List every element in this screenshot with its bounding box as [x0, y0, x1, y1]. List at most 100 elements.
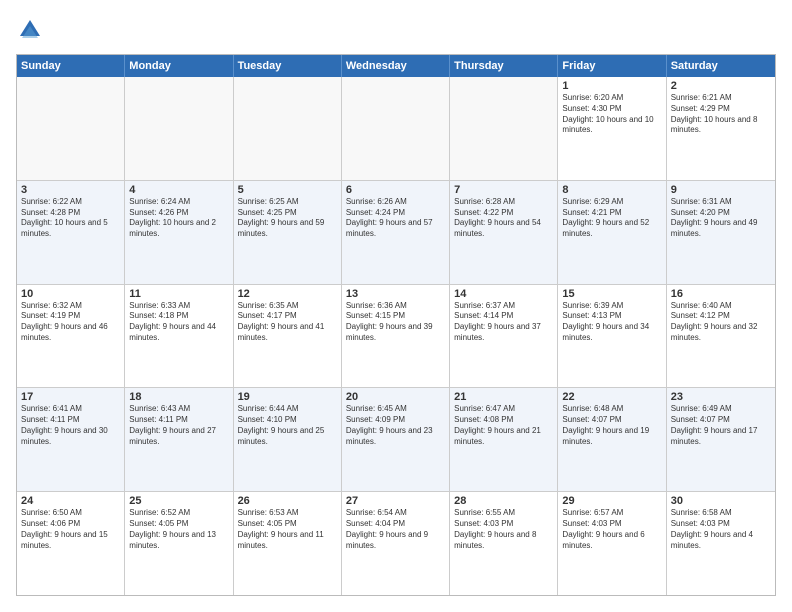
day-number: 12: [238, 288, 337, 300]
calendar-cell: 13Sunrise: 6:36 AM Sunset: 4:15 PM Dayli…: [342, 285, 450, 388]
calendar-row: 1Sunrise: 6:20 AM Sunset: 4:30 PM Daylig…: [17, 77, 775, 181]
calendar-cell: 2Sunrise: 6:21 AM Sunset: 4:29 PM Daylig…: [667, 77, 775, 180]
cell-info: Sunrise: 6:47 AM Sunset: 4:08 PM Dayligh…: [454, 404, 553, 447]
weekday-header-friday: Friday: [558, 55, 666, 77]
calendar-cell: 11Sunrise: 6:33 AM Sunset: 4:18 PM Dayli…: [125, 285, 233, 388]
calendar-cell: 1Sunrise: 6:20 AM Sunset: 4:30 PM Daylig…: [558, 77, 666, 180]
day-number: 2: [671, 80, 771, 92]
calendar-cell: 21Sunrise: 6:47 AM Sunset: 4:08 PM Dayli…: [450, 388, 558, 491]
calendar-cell: 16Sunrise: 6:40 AM Sunset: 4:12 PM Dayli…: [667, 285, 775, 388]
calendar-cell: 17Sunrise: 6:41 AM Sunset: 4:11 PM Dayli…: [17, 388, 125, 491]
cell-info: Sunrise: 6:24 AM Sunset: 4:26 PM Dayligh…: [129, 197, 228, 240]
calendar-cell: 4Sunrise: 6:24 AM Sunset: 4:26 PM Daylig…: [125, 181, 233, 284]
cell-info: Sunrise: 6:21 AM Sunset: 4:29 PM Dayligh…: [671, 93, 771, 136]
calendar-cell: [342, 77, 450, 180]
cell-info: Sunrise: 6:39 AM Sunset: 4:13 PM Dayligh…: [562, 301, 661, 344]
cell-info: Sunrise: 6:25 AM Sunset: 4:25 PM Dayligh…: [238, 197, 337, 240]
day-number: 30: [671, 495, 771, 507]
weekday-header-saturday: Saturday: [667, 55, 775, 77]
day-number: 19: [238, 391, 337, 403]
cell-info: Sunrise: 6:57 AM Sunset: 4:03 PM Dayligh…: [562, 508, 661, 551]
cell-info: Sunrise: 6:26 AM Sunset: 4:24 PM Dayligh…: [346, 197, 445, 240]
cell-info: Sunrise: 6:31 AM Sunset: 4:20 PM Dayligh…: [671, 197, 771, 240]
cell-info: Sunrise: 6:48 AM Sunset: 4:07 PM Dayligh…: [562, 404, 661, 447]
cell-info: Sunrise: 6:29 AM Sunset: 4:21 PM Dayligh…: [562, 197, 661, 240]
page: SundayMondayTuesdayWednesdayThursdayFrid…: [0, 0, 792, 612]
day-number: 29: [562, 495, 661, 507]
cell-info: Sunrise: 6:50 AM Sunset: 4:06 PM Dayligh…: [21, 508, 120, 551]
calendar-cell: 9Sunrise: 6:31 AM Sunset: 4:20 PM Daylig…: [667, 181, 775, 284]
day-number: 4: [129, 184, 228, 196]
calendar-cell: [234, 77, 342, 180]
calendar: SundayMondayTuesdayWednesdayThursdayFrid…: [16, 54, 776, 596]
calendar-cell: 27Sunrise: 6:54 AM Sunset: 4:04 PM Dayli…: [342, 492, 450, 595]
day-number: 10: [21, 288, 120, 300]
calendar-cell: [17, 77, 125, 180]
calendar-body: 1Sunrise: 6:20 AM Sunset: 4:30 PM Daylig…: [17, 77, 775, 595]
calendar-cell: 12Sunrise: 6:35 AM Sunset: 4:17 PM Dayli…: [234, 285, 342, 388]
calendar-cell: 29Sunrise: 6:57 AM Sunset: 4:03 PM Dayli…: [558, 492, 666, 595]
day-number: 14: [454, 288, 553, 300]
day-number: 16: [671, 288, 771, 300]
day-number: 8: [562, 184, 661, 196]
day-number: 24: [21, 495, 120, 507]
day-number: 7: [454, 184, 553, 196]
day-number: 1: [562, 80, 661, 92]
cell-info: Sunrise: 6:45 AM Sunset: 4:09 PM Dayligh…: [346, 404, 445, 447]
calendar-cell: 22Sunrise: 6:48 AM Sunset: 4:07 PM Dayli…: [558, 388, 666, 491]
weekday-header-wednesday: Wednesday: [342, 55, 450, 77]
calendar-cell: 26Sunrise: 6:53 AM Sunset: 4:05 PM Dayli…: [234, 492, 342, 595]
weekday-header-monday: Monday: [125, 55, 233, 77]
header: [16, 16, 776, 44]
cell-info: Sunrise: 6:58 AM Sunset: 4:03 PM Dayligh…: [671, 508, 771, 551]
weekday-header-sunday: Sunday: [17, 55, 125, 77]
calendar-row: 17Sunrise: 6:41 AM Sunset: 4:11 PM Dayli…: [17, 388, 775, 492]
logo-icon: [16, 16, 44, 44]
day-number: 18: [129, 391, 228, 403]
day-number: 6: [346, 184, 445, 196]
day-number: 26: [238, 495, 337, 507]
calendar-cell: 8Sunrise: 6:29 AM Sunset: 4:21 PM Daylig…: [558, 181, 666, 284]
calendar-cell: 7Sunrise: 6:28 AM Sunset: 4:22 PM Daylig…: [450, 181, 558, 284]
calendar-cell: 19Sunrise: 6:44 AM Sunset: 4:10 PM Dayli…: [234, 388, 342, 491]
cell-info: Sunrise: 6:52 AM Sunset: 4:05 PM Dayligh…: [129, 508, 228, 551]
calendar-cell: 14Sunrise: 6:37 AM Sunset: 4:14 PM Dayli…: [450, 285, 558, 388]
day-number: 15: [562, 288, 661, 300]
weekday-header-thursday: Thursday: [450, 55, 558, 77]
calendar-cell: 25Sunrise: 6:52 AM Sunset: 4:05 PM Dayli…: [125, 492, 233, 595]
cell-info: Sunrise: 6:33 AM Sunset: 4:18 PM Dayligh…: [129, 301, 228, 344]
cell-info: Sunrise: 6:40 AM Sunset: 4:12 PM Dayligh…: [671, 301, 771, 344]
cell-info: Sunrise: 6:22 AM Sunset: 4:28 PM Dayligh…: [21, 197, 120, 240]
calendar-row: 10Sunrise: 6:32 AM Sunset: 4:19 PM Dayli…: [17, 285, 775, 389]
cell-info: Sunrise: 6:36 AM Sunset: 4:15 PM Dayligh…: [346, 301, 445, 344]
calendar-cell: 28Sunrise: 6:55 AM Sunset: 4:03 PM Dayli…: [450, 492, 558, 595]
calendar-cell: [450, 77, 558, 180]
calendar-cell: [125, 77, 233, 180]
cell-info: Sunrise: 6:41 AM Sunset: 4:11 PM Dayligh…: [21, 404, 120, 447]
calendar-cell: 23Sunrise: 6:49 AM Sunset: 4:07 PM Dayli…: [667, 388, 775, 491]
calendar-cell: 10Sunrise: 6:32 AM Sunset: 4:19 PM Dayli…: [17, 285, 125, 388]
day-number: 22: [562, 391, 661, 403]
day-number: 11: [129, 288, 228, 300]
calendar-row: 3Sunrise: 6:22 AM Sunset: 4:28 PM Daylig…: [17, 181, 775, 285]
day-number: 3: [21, 184, 120, 196]
day-number: 20: [346, 391, 445, 403]
cell-info: Sunrise: 6:35 AM Sunset: 4:17 PM Dayligh…: [238, 301, 337, 344]
cell-info: Sunrise: 6:49 AM Sunset: 4:07 PM Dayligh…: [671, 404, 771, 447]
calendar-cell: 24Sunrise: 6:50 AM Sunset: 4:06 PM Dayli…: [17, 492, 125, 595]
calendar-header: SundayMondayTuesdayWednesdayThursdayFrid…: [17, 55, 775, 77]
cell-info: Sunrise: 6:54 AM Sunset: 4:04 PM Dayligh…: [346, 508, 445, 551]
weekday-header-tuesday: Tuesday: [234, 55, 342, 77]
calendar-row: 24Sunrise: 6:50 AM Sunset: 4:06 PM Dayli…: [17, 492, 775, 595]
cell-info: Sunrise: 6:28 AM Sunset: 4:22 PM Dayligh…: [454, 197, 553, 240]
cell-info: Sunrise: 6:32 AM Sunset: 4:19 PM Dayligh…: [21, 301, 120, 344]
day-number: 5: [238, 184, 337, 196]
cell-info: Sunrise: 6:53 AM Sunset: 4:05 PM Dayligh…: [238, 508, 337, 551]
calendar-cell: 30Sunrise: 6:58 AM Sunset: 4:03 PM Dayli…: [667, 492, 775, 595]
calendar-cell: 3Sunrise: 6:22 AM Sunset: 4:28 PM Daylig…: [17, 181, 125, 284]
calendar-cell: 5Sunrise: 6:25 AM Sunset: 4:25 PM Daylig…: [234, 181, 342, 284]
day-number: 21: [454, 391, 553, 403]
day-number: 27: [346, 495, 445, 507]
calendar-cell: 6Sunrise: 6:26 AM Sunset: 4:24 PM Daylig…: [342, 181, 450, 284]
day-number: 28: [454, 495, 553, 507]
